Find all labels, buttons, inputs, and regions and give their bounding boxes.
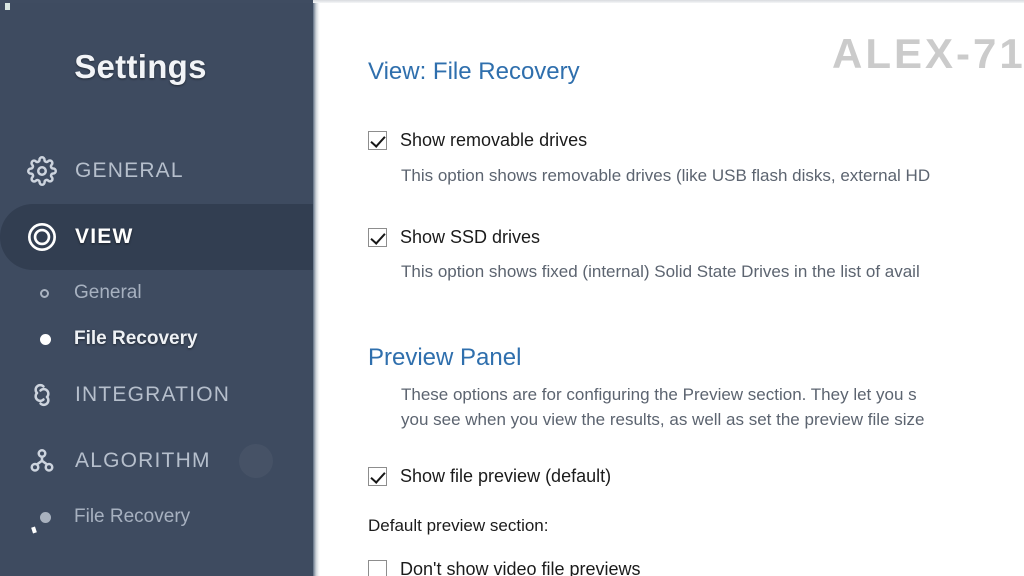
- option-label: Show file preview (default): [400, 466, 612, 486]
- settings-window: Settings GENERAL VIEW General File Recov…: [0, 0, 1024, 576]
- hover-ripple: [239, 444, 273, 478]
- sidebar-item-general[interactable]: GENERAL: [0, 138, 313, 204]
- sidebar-item-label: ALGORITHM: [75, 449, 211, 472]
- radio-icon: [40, 511, 74, 523]
- sidebar-item-label: GENERAL: [75, 159, 184, 182]
- checkbox-show-file-preview[interactable]: [368, 467, 387, 486]
- option-description: This option shows removable drives (like…: [401, 166, 931, 185]
- sidebar-item-label: INTEGRATION: [75, 383, 231, 406]
- option-description: This option shows fixed (internal) Solid…: [401, 262, 920, 281]
- sidebar-item-view[interactable]: VIEW: [0, 204, 313, 270]
- sidebar-subitem-label: General: [74, 282, 142, 303]
- option-dont-show-video-previews[interactable]: Don't show video file previews: [368, 560, 641, 576]
- sidebar-subitem-label: File Recovery: [74, 506, 191, 527]
- sidebar-group-integration: INTEGRATION: [0, 362, 313, 428]
- option-label: Show removable drives: [400, 130, 588, 150]
- radio-unselected-icon: [40, 288, 74, 298]
- content-panel: ALEX-71.COM View: File Recovery Show rem…: [320, 0, 1024, 576]
- radio-selected-icon: [40, 333, 74, 345]
- section-heading-view: View: File Recovery: [368, 58, 580, 85]
- sidebar-subitem-view-general[interactable]: General: [0, 270, 313, 316]
- option-label: Show SSD drives: [400, 227, 541, 247]
- option-show-file-preview[interactable]: Show file preview (default): [368, 467, 611, 486]
- sidebar-subitem-view-file-recovery[interactable]: File Recovery: [0, 316, 313, 362]
- option-show-ssd-drives[interactable]: Show SSD drives: [368, 228, 540, 247]
- option-label: Don't show video file previews: [400, 559, 641, 576]
- checkbox-dont-show-video-previews[interactable]: [368, 560, 387, 576]
- eye-icon: [22, 217, 62, 257]
- preview-description-line-1: These options are for configuring the Pr…: [401, 385, 917, 404]
- preview-description-line-2: you see when you view the results, as we…: [401, 410, 925, 429]
- top-left-artifact: [5, 3, 10, 10]
- sidebar-group-algorithm: ALGORITHM File Recovery: [0, 428, 313, 540]
- sidebar-divider: [313, 0, 320, 576]
- sidebar-item-integration[interactable]: INTEGRATION: [0, 362, 313, 428]
- sidebar-subitem-label: File Recovery: [74, 328, 198, 349]
- page-title: Settings: [74, 48, 207, 85]
- sidebar-subitem-algorithm-file-recovery[interactable]: File Recovery: [0, 494, 313, 540]
- section-heading-preview-panel: Preview Panel: [368, 344, 522, 371]
- sidebar-group-view: VIEW General File Recovery: [0, 204, 313, 362]
- watermark: ALEX-71.COM: [832, 30, 1024, 77]
- gear-icon: [22, 151, 62, 191]
- sidebar: Settings GENERAL VIEW General File Recov…: [0, 0, 313, 576]
- sidebar-group-general: GENERAL: [0, 138, 313, 204]
- link-icon: [22, 375, 62, 415]
- window-chrome-edge-dark: [0, 0, 313, 3]
- checkbox-show-removable-drives[interactable]: [368, 131, 387, 150]
- default-preview-section-label: Default preview section:: [368, 516, 549, 535]
- sidebar-nav: GENERAL VIEW General File Recovery INTEG…: [0, 138, 313, 540]
- option-show-removable-drives[interactable]: Show removable drives: [368, 131, 587, 150]
- sidebar-item-label: VIEW: [75, 225, 134, 248]
- checkbox-show-ssd-drives[interactable]: [368, 228, 387, 247]
- nodes-icon: [22, 441, 62, 481]
